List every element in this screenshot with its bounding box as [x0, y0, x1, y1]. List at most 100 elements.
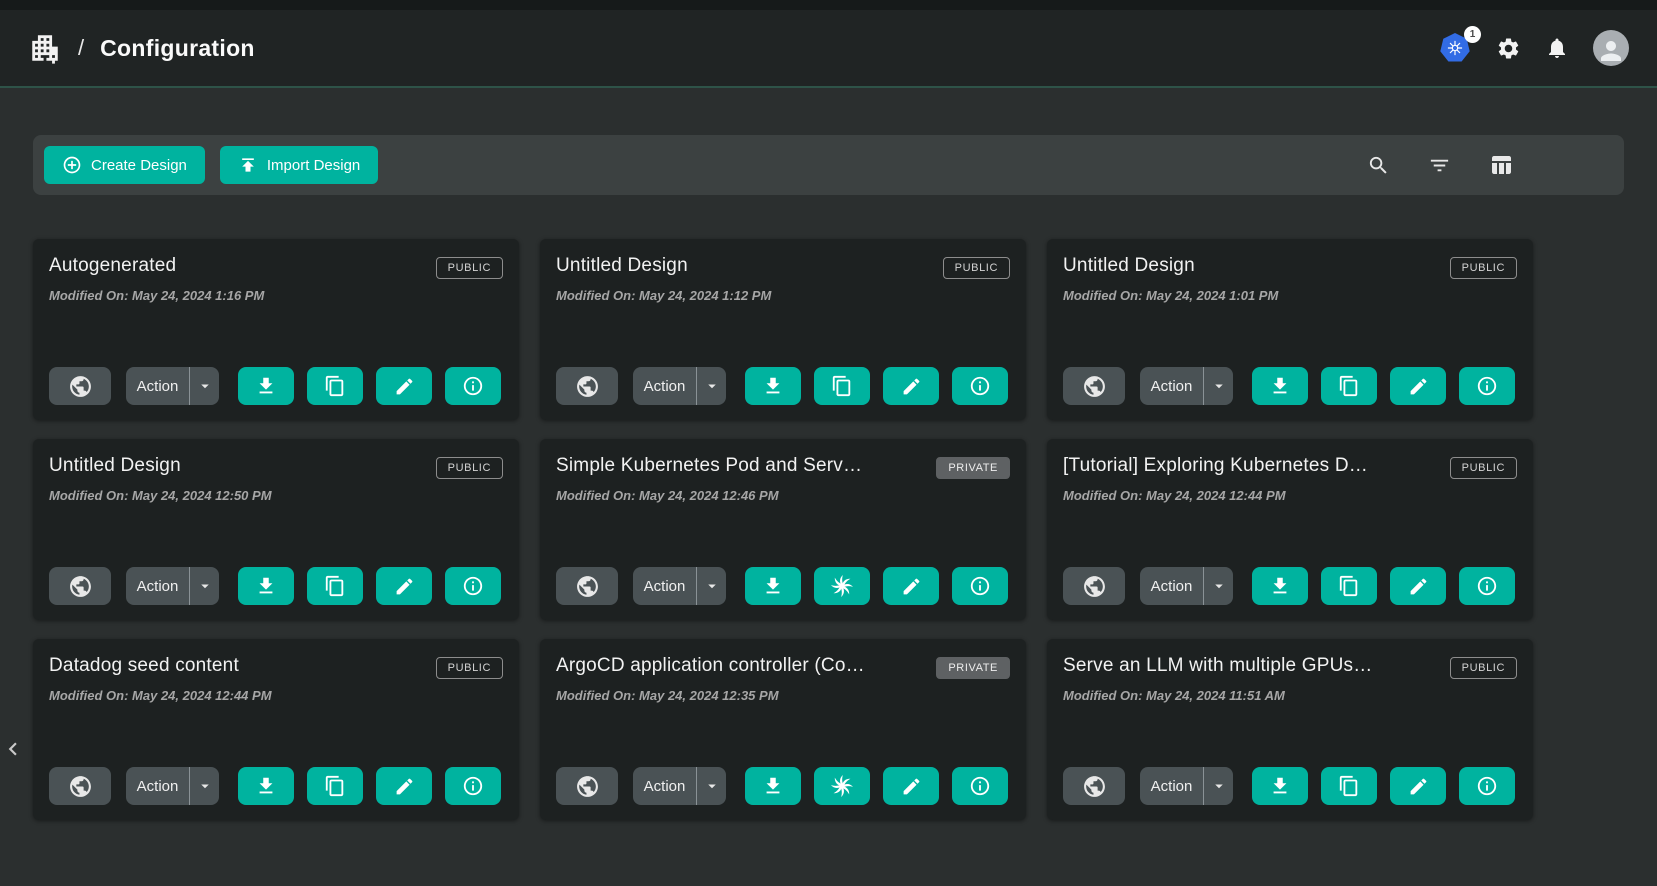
- caret-down-icon[interactable]: [1204, 777, 1233, 795]
- info-button[interactable]: [1459, 367, 1515, 405]
- copy-button[interactable]: [1321, 767, 1377, 805]
- action-split-button[interactable]: Action: [126, 367, 219, 405]
- info-button[interactable]: [952, 367, 1008, 405]
- design-card: Untitled Design PUBLIC Modified On: May …: [540, 239, 1026, 420]
- info-icon: [969, 375, 991, 397]
- settings-button[interactable]: [1496, 36, 1521, 61]
- table-view-button[interactable]: [1489, 153, 1513, 177]
- edit-button[interactable]: [376, 767, 432, 805]
- download-button[interactable]: [1252, 767, 1308, 805]
- edit-button[interactable]: [376, 567, 432, 605]
- edit-button[interactable]: [376, 367, 432, 405]
- design-swirl-button[interactable]: [814, 567, 870, 605]
- download-button[interactable]: [745, 367, 801, 405]
- visibility-toggle-button[interactable]: [1063, 767, 1125, 805]
- action-split-button[interactable]: Action: [1140, 367, 1233, 405]
- info-button[interactable]: [1459, 567, 1515, 605]
- info-button[interactable]: [952, 767, 1008, 805]
- copy-icon: [1338, 375, 1360, 397]
- download-button[interactable]: [238, 767, 294, 805]
- edit-button[interactable]: [1390, 567, 1446, 605]
- action-split-button[interactable]: Action: [633, 567, 726, 605]
- copy-button[interactable]: [814, 367, 870, 405]
- info-button[interactable]: [445, 367, 501, 405]
- action-split-button[interactable]: Action: [126, 767, 219, 805]
- collapse-panel-button[interactable]: [0, 733, 22, 765]
- caret-down-icon[interactable]: [697, 777, 726, 795]
- edit-icon: [901, 776, 922, 797]
- edit-icon: [394, 376, 415, 397]
- visibility-toggle-button[interactable]: [556, 767, 618, 805]
- download-button[interactable]: [238, 567, 294, 605]
- caret-down-icon[interactable]: [1204, 377, 1233, 395]
- design-card-actions: Action: [49, 567, 503, 605]
- download-button[interactable]: [745, 567, 801, 605]
- copy-button[interactable]: [1321, 567, 1377, 605]
- edit-button[interactable]: [883, 367, 939, 405]
- copy-button[interactable]: [307, 767, 363, 805]
- download-button[interactable]: [238, 367, 294, 405]
- globe-icon: [1082, 574, 1107, 599]
- action-button-label: Action: [126, 378, 189, 395]
- visibility-toggle-button[interactable]: [49, 367, 111, 405]
- visibility-toggle-button[interactable]: [49, 567, 111, 605]
- edit-button[interactable]: [883, 567, 939, 605]
- notifications-button[interactable]: [1545, 36, 1569, 60]
- copy-button[interactable]: [307, 567, 363, 605]
- design-card-header: Serve an LLM with multiple GPUs… PUBLIC: [1063, 655, 1517, 679]
- action-split-button[interactable]: Action: [633, 767, 726, 805]
- design-card: Serve an LLM with multiple GPUs… PUBLIC …: [1047, 639, 1533, 820]
- download-button[interactable]: [745, 767, 801, 805]
- edit-button[interactable]: [883, 767, 939, 805]
- action-split-button[interactable]: Action: [126, 567, 219, 605]
- info-button[interactable]: [445, 767, 501, 805]
- download-button[interactable]: [1252, 367, 1308, 405]
- caret-down-icon[interactable]: [697, 377, 726, 395]
- info-button[interactable]: [445, 567, 501, 605]
- download-icon: [1269, 375, 1291, 397]
- modified-date: Modified On: May 24, 2024 1:01 PM: [1063, 288, 1517, 303]
- copy-icon: [831, 375, 853, 397]
- caret-down-icon[interactable]: [190, 777, 219, 795]
- caret-down-icon[interactable]: [190, 377, 219, 395]
- globe-icon: [575, 574, 600, 599]
- visibility-toggle-button[interactable]: [49, 767, 111, 805]
- download-button[interactable]: [1252, 567, 1308, 605]
- visibility-toggle-button[interactable]: [556, 567, 618, 605]
- design-card: ArgoCD application controller (Co… PRIVA…: [540, 639, 1026, 820]
- caret-down-icon[interactable]: [1204, 577, 1233, 595]
- download-icon: [1269, 575, 1291, 597]
- action-split-button[interactable]: Action: [1140, 767, 1233, 805]
- design-card: Untitled Design PUBLIC Modified On: May …: [1047, 239, 1533, 420]
- edit-button[interactable]: [1390, 367, 1446, 405]
- action-split-button[interactable]: Action: [633, 367, 726, 405]
- action-split-button[interactable]: Action: [1140, 567, 1233, 605]
- visibility-toggle-button[interactable]: [1063, 567, 1125, 605]
- designs-toolbar: Create Design Import Design: [33, 135, 1624, 195]
- design-title: [Tutorial] Exploring Kubernetes D…: [1063, 455, 1368, 477]
- info-button[interactable]: [1459, 767, 1515, 805]
- kubernetes-context-button[interactable]: 1: [1440, 33, 1472, 63]
- building-icon[interactable]: [28, 31, 62, 65]
- caret-down-icon[interactable]: [697, 577, 726, 595]
- visibility-toggle-button[interactable]: [556, 367, 618, 405]
- copy-button[interactable]: [307, 367, 363, 405]
- filter-button[interactable]: [1428, 154, 1451, 177]
- edit-button[interactable]: [1390, 767, 1446, 805]
- design-swirl-button[interactable]: [814, 767, 870, 805]
- design-title: Datadog seed content: [49, 655, 239, 677]
- page-title: Configuration: [100, 35, 255, 62]
- visibility-toggle-button[interactable]: [1063, 367, 1125, 405]
- copy-icon: [324, 375, 346, 397]
- info-button[interactable]: [952, 567, 1008, 605]
- avatar[interactable]: [1593, 30, 1629, 66]
- design-card: Untitled Design PUBLIC Modified On: May …: [33, 439, 519, 620]
- copy-icon: [1338, 775, 1360, 797]
- import-design-button[interactable]: Import Design: [220, 146, 378, 184]
- search-button[interactable]: [1367, 154, 1390, 177]
- copy-button[interactable]: [1321, 367, 1377, 405]
- globe-icon: [68, 774, 93, 799]
- create-design-button[interactable]: Create Design: [44, 146, 205, 184]
- modified-date: Modified On: May 24, 2024 12:35 PM: [556, 688, 1010, 703]
- caret-down-icon[interactable]: [190, 577, 219, 595]
